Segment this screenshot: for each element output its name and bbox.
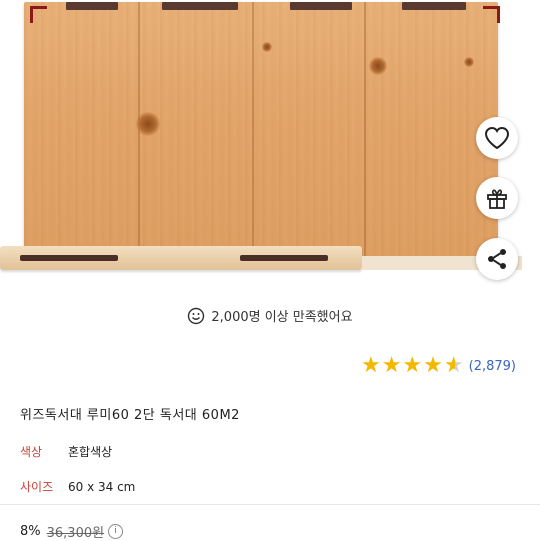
smile-icon [188, 307, 205, 324]
star-icon: ★ [381, 353, 402, 378]
option-size: 사이즈 60 x 34 cm [20, 478, 135, 495]
option-value: 60 x 34 cm [68, 480, 136, 494]
wood-board [24, 2, 498, 260]
product-title: 위즈독서대 루미60 2단 독서대 60M2 [20, 408, 240, 423]
corner-bracket [483, 6, 500, 23]
satisfaction-text: 2,000명 이상 만족했어요 [211, 310, 353, 325]
star-icon: ★ [423, 353, 443, 378]
corner-bracket [30, 6, 47, 23]
option-color: 색상 혼합색상 [20, 443, 112, 460]
option-label: 사이즈 [20, 480, 54, 494]
wood-knot [136, 112, 160, 136]
option-label: 색상 [20, 445, 43, 459]
price-row: 8% 36,300원 i [20, 522, 124, 541]
board-seam [364, 2, 366, 260]
hinge [162, 2, 238, 10]
board-seam [252, 2, 254, 260]
original-price: 36,300원 [46, 526, 105, 541]
option-value: 혼합색상 [68, 445, 113, 459]
review-count-link[interactable]: (2,879) [469, 359, 516, 374]
book-rail [0, 246, 362, 270]
share-button[interactable] [476, 238, 518, 280]
gift-icon [487, 189, 507, 209]
star-icon: ★ [402, 353, 423, 378]
heart-icon [484, 126, 510, 150]
rail-strap [20, 255, 118, 261]
discount-rate: 8% [20, 524, 41, 539]
hinge [402, 2, 466, 10]
half-star-icon: ★ [443, 353, 464, 378]
satisfaction-banner: 2,000명 이상 만족했어요 [0, 306, 540, 325]
star-icon: ★ [360, 353, 381, 378]
gift-button[interactable] [476, 177, 518, 219]
rating[interactable]: ★ ★ ★ ★ ★ (2,879) [361, 355, 516, 377]
wood-knot [262, 42, 272, 52]
info-icon[interactable]: i [108, 524, 124, 539]
wishlist-button[interactable] [476, 117, 518, 159]
wood-knot [464, 57, 474, 67]
hinge [290, 2, 352, 10]
product-image [0, 0, 540, 285]
hinge [66, 2, 118, 10]
rail-strap [240, 255, 328, 261]
wood-knot [369, 57, 387, 75]
share-icon [488, 249, 506, 269]
divider [0, 504, 540, 505]
